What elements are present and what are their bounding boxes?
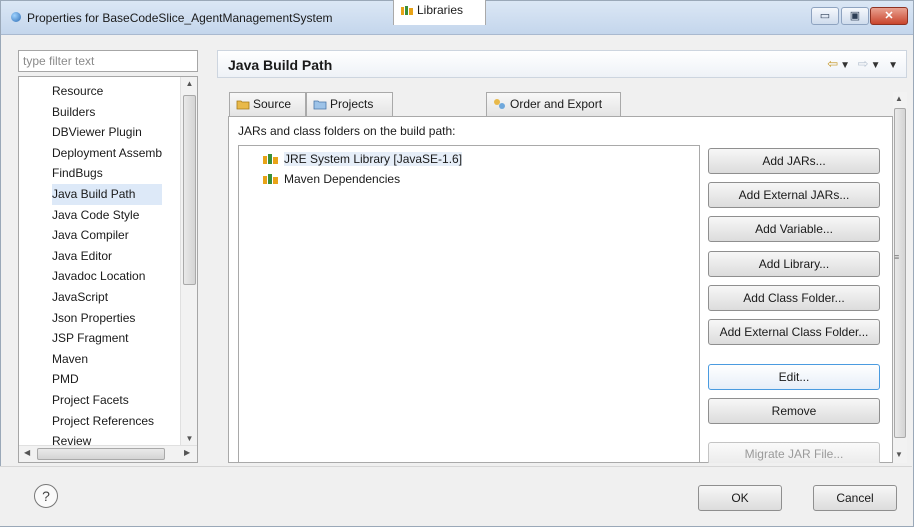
back-menu-chevron-down-icon[interactable]: ▼ — [840, 60, 852, 71]
libraries-icon — [401, 6, 413, 15]
add-external-class-folder-button[interactable]: Add External Class Folder... — [708, 319, 880, 345]
minimize-icon: ▭ — [819, 10, 831, 22]
edit-button[interactable]: Edit... — [708, 364, 880, 390]
property-page-list: Resource Builders DBViewer Plugin Deploy… — [52, 81, 163, 452]
close-button[interactable]: ✕ — [870, 7, 908, 25]
tab-projects[interactable]: Projects — [306, 92, 393, 116]
minimize-button[interactable]: ▭ — [811, 7, 839, 25]
cancel-button[interactable]: Cancel — [813, 485, 897, 511]
library-icon — [263, 174, 278, 184]
source-folder-icon — [236, 100, 250, 110]
list-item-maven-dependencies[interactable]: Maven Dependencies — [263, 170, 400, 188]
maximize-button[interactable]: ▣ — [841, 7, 869, 25]
close-icon: ✕ — [884, 10, 894, 22]
tree-item-project-references[interactable]: Project References — [52, 411, 162, 432]
tree-vertical-scrollbar[interactable]: ▲ ▼ — [180, 77, 197, 445]
projects-icon — [313, 100, 327, 110]
tree-item-builders[interactable]: Builders — [52, 102, 162, 123]
add-jars-button[interactable]: Add JARs... — [708, 148, 880, 174]
help-icon[interactable]: ? — [34, 484, 58, 508]
tab-source-label: Source — [253, 97, 292, 111]
tree-vertical-scroll-thumb[interactable] — [183, 95, 196, 285]
tree-item-resource[interactable]: Resource — [52, 81, 162, 102]
scroll-right-arrow-icon[interactable]: ▶ — [184, 448, 190, 457]
tree-horizontal-scroll-thumb[interactable] — [37, 448, 165, 460]
section-label: JARs and class folders on the build path… — [238, 124, 456, 138]
page-header: Java Build Path ⇦▼ ⇨▼ ▼ — [217, 50, 907, 78]
scroll-down-arrow-icon[interactable]: ▼ — [181, 434, 197, 443]
tree-item-java-code-style[interactable]: Java Code Style — [52, 205, 162, 226]
page-vertical-scroll-thumb[interactable] — [894, 108, 906, 438]
page-navigation: ⇦▼ ⇨▼ ▼ — [827, 56, 900, 72]
tree-item-findbugs[interactable]: FindBugs — [52, 163, 162, 184]
tree-item-dbviewer-plugin[interactable]: DBViewer Plugin — [52, 122, 162, 143]
list-item-jre-system-library[interactable]: JRE System Library [JavaSE-1.6] — [263, 150, 463, 168]
tab-order-and-export-label: Order and Export — [510, 97, 603, 111]
tab-source[interactable]: Source — [229, 92, 306, 116]
add-library-button[interactable]: Add Library... — [708, 251, 880, 277]
tree-item-json-properties[interactable]: Json Properties — [52, 308, 162, 329]
tab-libraries-label: Libraries — [417, 3, 464, 17]
scroll-up-arrow-icon[interactable]: ▲ — [181, 79, 197, 88]
remove-button[interactable]: Remove — [708, 398, 880, 424]
tab-order-and-export[interactable]: Order and Export — [486, 92, 621, 116]
window-title: Properties for BaseCodeSlice_AgentManage… — [27, 11, 333, 25]
build-path-library-list: JRE System Library [JavaSE-1.6] Maven De… — [238, 145, 700, 463]
scroll-down-arrow-icon[interactable]: ▼ — [895, 450, 903, 459]
property-page-tree: Resource Builders DBViewer Plugin Deploy… — [18, 76, 198, 463]
tab-projects-label: Projects — [330, 97, 374, 111]
eclipse-app-icon — [11, 12, 21, 22]
back-arrow-icon[interactable]: ⇦ — [827, 56, 840, 71]
order-export-icon — [494, 99, 505, 109]
tree-item-maven[interactable]: Maven — [52, 349, 162, 370]
tree-horizontal-scrollbar[interactable]: ◀ ▶ — [19, 445, 197, 462]
library-icon — [263, 154, 278, 164]
ok-button[interactable]: OK — [698, 485, 782, 511]
scroll-left-arrow-icon[interactable]: ◀ — [24, 448, 30, 457]
page-title: Java Build Path — [228, 57, 333, 73]
add-class-folder-button[interactable]: Add Class Folder... — [708, 285, 880, 311]
add-variable-button[interactable]: Add Variable... — [708, 216, 880, 242]
page-vertical-scrollbar[interactable]: ▲ ≡ ▼ — [893, 92, 907, 463]
migrate-jar-button[interactable]: Migrate JAR File... — [708, 442, 880, 463]
tree-item-jsp-fragment[interactable]: JSP Fragment — [52, 328, 162, 349]
tree-item-java-editor[interactable]: Java Editor — [52, 246, 162, 267]
maximize-icon: ▣ — [849, 10, 861, 22]
tree-item-java-build-path[interactable]: Java Build Path — [52, 183, 163, 205]
tree-item-project-facets[interactable]: Project Facets — [52, 390, 162, 411]
tree-item-deployment-assembly[interactable]: Deployment Assemb — [52, 143, 162, 164]
tree-item-java-compiler[interactable]: Java Compiler — [52, 225, 162, 246]
forward-arrow-icon[interactable]: ⇨ — [858, 56, 871, 71]
scroll-up-arrow-icon[interactable]: ▲ — [895, 94, 903, 103]
filter-input[interactable] — [18, 50, 198, 72]
list-item-label: Maven Dependencies — [284, 172, 401, 186]
scroll-grip-icon: ≡ — [894, 252, 900, 262]
add-external-jars-button[interactable]: Add External JARs... — [708, 182, 880, 208]
forward-menu-chevron-down-icon[interactable]: ▼ — [871, 60, 883, 71]
list-item-label: JRE System Library [JavaSE-1.6] — [284, 152, 463, 166]
tree-item-pmd[interactable]: PMD — [52, 369, 162, 390]
tree-item-javadoc-location[interactable]: Javadoc Location — [52, 266, 162, 287]
tree-item-javascript[interactable]: JavaScript — [52, 287, 162, 308]
view-menu-chevron-down-icon[interactable]: ▼ — [888, 60, 900, 71]
tab-libraries[interactable]: Libraries — [393, 0, 486, 25]
